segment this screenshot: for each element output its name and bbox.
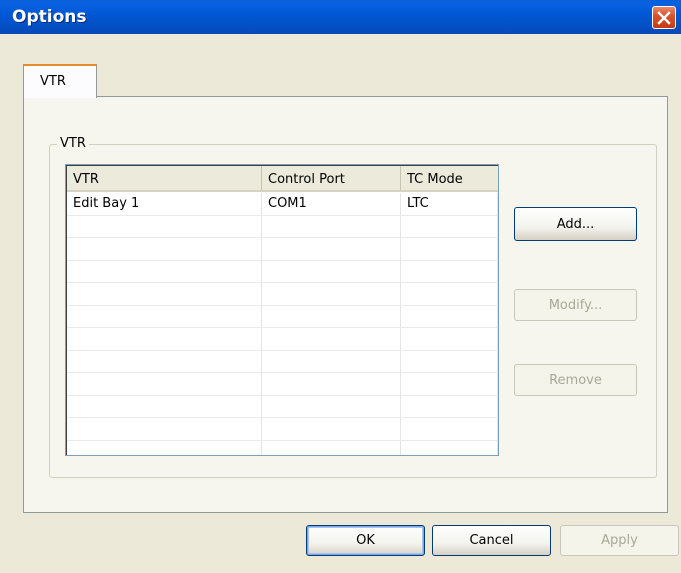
empty-row: [67, 216, 498, 238]
empty-row: [67, 261, 498, 283]
empty-row: [67, 283, 498, 306]
empty-row: [67, 441, 498, 456]
ok-button[interactable]: OK: [306, 525, 425, 556]
tab-vtr[interactable]: VTR: [23, 64, 97, 98]
cancel-button[interactable]: Cancel: [432, 525, 551, 556]
tab-label: VTR: [40, 74, 66, 89]
empty-row: [67, 351, 498, 373]
empty-row: [67, 306, 498, 328]
list-header: VTR Control Port TC Mode: [67, 166, 498, 192]
window-title: Options: [12, 7, 87, 27]
table-row[interactable]: Edit Bay 1 COM1 LTC: [67, 193, 498, 216]
column-header-control-port[interactable]: Control Port: [262, 166, 401, 190]
cell-control-port: COM1: [268, 196, 307, 211]
close-icon: [657, 10, 671, 25]
list-body: Edit Bay 1 COM1 LTC: [67, 193, 498, 456]
groupbox-label: VTR: [57, 136, 89, 151]
empty-row: [67, 418, 498, 441]
add-button[interactable]: Add...: [514, 207, 637, 241]
cell-vtr-name: Edit Bay 1: [73, 196, 140, 211]
close-button[interactable]: [652, 6, 676, 29]
empty-row: [67, 396, 498, 418]
title-bar[interactable]: Options: [0, 0, 681, 34]
column-header-vtr[interactable]: VTR: [67, 166, 262, 190]
remove-button[interactable]: Remove: [514, 364, 637, 396]
vtr-list[interactable]: VTR Control Port TC Mode Edit Bay 1 COM1…: [65, 164, 499, 456]
empty-row: [67, 373, 498, 396]
empty-row: [67, 238, 498, 261]
empty-row: [67, 328, 498, 351]
apply-button[interactable]: Apply: [560, 525, 679, 556]
column-header-tc-mode[interactable]: TC Mode: [401, 166, 498, 190]
modify-button[interactable]: Modify...: [514, 289, 637, 321]
cell-tc-mode: LTC: [407, 196, 429, 211]
